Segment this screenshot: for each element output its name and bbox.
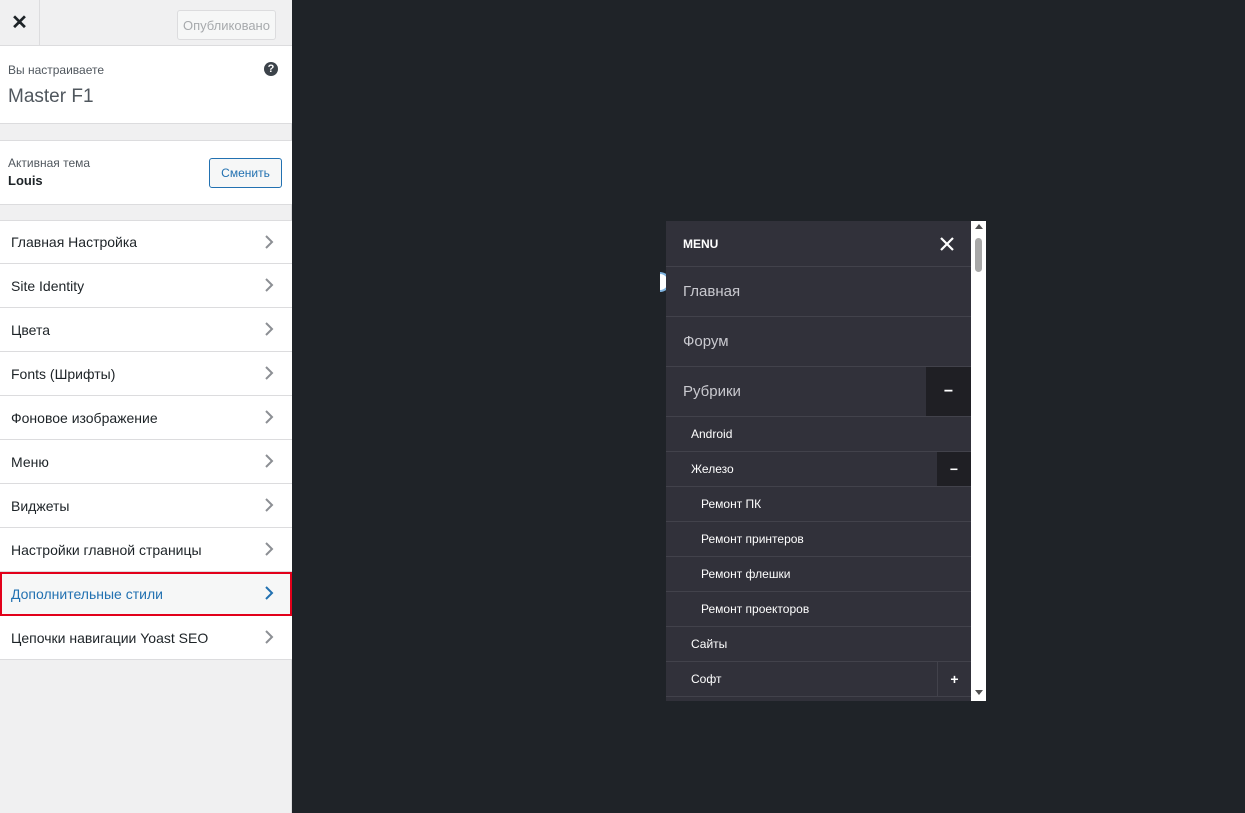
chevron-right-icon — [265, 498, 274, 512]
close-icon[interactable] — [937, 234, 957, 254]
menu-item-printer-repair[interactable]: Ремонт принтеров — [666, 522, 971, 557]
active-theme-panel: Активная тема Louis Сменить — [0, 140, 292, 205]
chevron-right-icon — [265, 278, 274, 292]
chevron-right-icon — [265, 542, 274, 556]
chevron-right-icon — [265, 322, 274, 336]
menu-item-label: Ремонт проекторов — [701, 602, 810, 616]
close-icon: ✕ — [11, 12, 28, 34]
close-customizer-button[interactable]: ✕ — [0, 0, 40, 45]
expand-toggle-button[interactable]: + — [937, 662, 971, 696]
chevron-right-icon — [265, 454, 274, 468]
help-icon[interactable]: ? — [264, 62, 278, 76]
menu-item-label: Сайты — [691, 637, 728, 651]
menu-item-label: Ремонт принтеров — [701, 532, 804, 546]
customize-info-panel: Вы настраиваете Master F1 ? — [0, 46, 292, 124]
menu-item-android[interactable]: Android — [666, 417, 971, 452]
scroll-down-arrow-icon[interactable] — [975, 690, 983, 695]
menu-item-label: Ремонт ПК — [701, 497, 762, 511]
menu-item-hardware[interactable]: Железо − — [666, 452, 971, 487]
menu-item-label: Android — [691, 427, 733, 441]
menu-item-label: Форум — [683, 333, 729, 350]
change-theme-button[interactable]: Сменить — [209, 158, 282, 188]
section-additional-css[interactable]: Дополнительные стили — [0, 572, 292, 616]
section-label: Дополнительные стили — [11, 585, 163, 602]
menu-item-label: Главная — [683, 283, 741, 300]
menu-scrollbar[interactable] — [971, 221, 986, 701]
site-title: Master F1 — [8, 86, 94, 107]
active-theme-name: Louis — [8, 173, 43, 188]
menu-item-categories[interactable]: Рубрики − — [666, 367, 971, 417]
section-background-image[interactable]: Фоновое изображение — [0, 396, 292, 440]
menu-item-label: Рубрики — [683, 383, 741, 400]
customizer-sidebar: ✕ Опубликовано Вы настраиваете Master F1… — [0, 0, 292, 813]
section-label: Fonts (Шрифты) — [11, 365, 116, 382]
scroll-up-arrow-icon[interactable] — [975, 224, 983, 229]
chevron-right-icon — [265, 586, 274, 600]
section-widgets[interactable]: Виджеты — [0, 484, 292, 528]
section-homepage-settings[interactable]: Настройки главной страницы — [0, 528, 292, 572]
section-label: Меню — [11, 453, 49, 470]
menu-item-forum[interactable]: Форум — [666, 317, 971, 367]
section-label: Site Identity — [11, 277, 85, 294]
menu-item-home[interactable]: Главная — [666, 267, 971, 317]
collapse-toggle-button[interactable]: − — [937, 452, 971, 486]
section-fonts[interactable]: Fonts (Шрифты) — [0, 352, 292, 396]
section-menus[interactable]: Меню — [0, 440, 292, 484]
scroll-thumb[interactable] — [975, 238, 982, 272]
chevron-right-icon — [265, 235, 274, 249]
menu-item-pc-repair[interactable]: Ремонт ПК — [666, 487, 971, 522]
customizer-topbar: ✕ Опубликовано — [0, 0, 292, 46]
customizer-sections: Главная Настройка Site Identity Цвета Fo… — [0, 220, 292, 660]
menu-item-projector-repair[interactable]: Ремонт проекторов — [666, 592, 971, 627]
customizing-label: Вы настраиваете — [8, 63, 105, 77]
section-label: Цепочки навигации Yoast SEO — [11, 629, 209, 646]
chevron-right-icon — [265, 630, 274, 644]
menu-item-label: Ремонт флешки — [701, 567, 791, 581]
section-label: Фоновое изображение — [11, 409, 158, 426]
menu-item-software[interactable]: Софт + — [666, 662, 971, 697]
mobile-menu-panel: MENU Главная Форум Рубрики − Android Жел… — [666, 221, 971, 701]
menu-header: MENU — [666, 221, 971, 267]
section-label: Настройки главной страницы — [11, 541, 202, 558]
active-theme-label: Активная тема — [8, 156, 91, 170]
chevron-right-icon — [265, 410, 274, 424]
section-label: Цвета — [11, 321, 50, 338]
chevron-right-icon — [265, 366, 274, 380]
collapse-toggle-button[interactable]: − — [926, 367, 971, 416]
menu-item-label: Железо — [691, 462, 734, 476]
section-yoast-breadcrumbs[interactable]: Цепочки навигации Yoast SEO — [0, 616, 292, 660]
menu-item-label: Софт — [691, 672, 722, 686]
section-label: Виджеты — [11, 497, 70, 514]
menu-item-sites[interactable]: Сайты — [666, 627, 971, 662]
mobile-menu-frame: MENU Главная Форум Рубрики − Android Жел… — [666, 221, 986, 701]
section-label: Главная Настройка — [11, 234, 138, 250]
menu-item-flash-repair[interactable]: Ремонт флешки — [666, 557, 971, 592]
section-site-identity[interactable]: Site Identity — [0, 264, 292, 308]
section-main-settings[interactable]: Главная Настройка — [0, 220, 292, 264]
menu-title: MENU — [683, 237, 719, 251]
section-colors[interactable]: Цвета — [0, 308, 292, 352]
publish-button[interactable]: Опубликовано — [177, 10, 276, 40]
